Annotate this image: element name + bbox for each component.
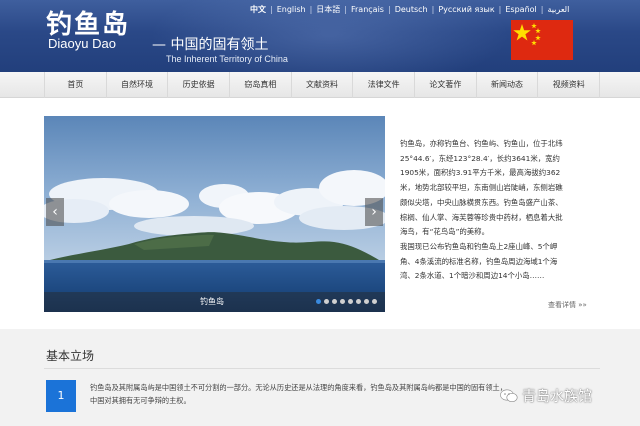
slider-dots <box>316 299 377 304</box>
description-line: 颇似尖塔，中央山脉横贯东西。钓鱼岛盛产山茶、 <box>400 197 563 207</box>
slider-dot-4[interactable] <box>340 299 345 304</box>
island-photo <box>44 116 385 312</box>
description-line: 角、4条溪流的标准名称，钓鱼岛周边海域1个海 <box>400 256 558 266</box>
lang-separator: | <box>344 5 347 14</box>
description-line: 海鸟，有“花鸟岛”的美称。 <box>400 227 489 237</box>
description-line: 钓鱼岛，亦称钓鱼台、钓鱼屿、钓鱼山，位于北纬 <box>400 139 563 148</box>
lang-russian[interactable]: Русский язык <box>438 5 494 14</box>
lang-chinese[interactable]: 中文 <box>250 4 266 15</box>
nav-home[interactable]: 首页 <box>44 72 107 98</box>
lang-japanese[interactable]: 日本語 <box>316 4 340 15</box>
slider-caption-bar: 钓鱼岛 <box>44 292 385 312</box>
lang-separator: | <box>431 5 435 14</box>
description-line: 25°44.6′，东经123°28.4′，长约3641米，宽约 <box>400 153 560 163</box>
slider-caption: 钓鱼岛 <box>200 297 224 306</box>
wechat-watermark: 青岛水族馆 <box>500 386 592 406</box>
island-description: 钓鱼岛，亦称钓鱼台、钓鱼屿、钓鱼山，位于北纬 25°44.6′，东经123°28… <box>400 137 592 284</box>
slider-dot-7[interactable] <box>364 299 369 304</box>
slider-dot-3[interactable] <box>332 299 337 304</box>
nav-natural-environment[interactable]: 自然环境 <box>107 72 169 98</box>
lang-spanish[interactable]: Español <box>505 5 536 14</box>
lang-separator: | <box>387 5 391 14</box>
image-slider[interactable]: ‹ › 钓鱼岛 <box>44 116 385 312</box>
main-nav-items: 首页 自然环境 历史依据 窃岛真相 文献资料 法律文件 论文著作 新闻动态 视频… <box>44 72 601 98</box>
watermark-text: 青岛水族馆 <box>522 389 592 405</box>
lang-separator: | <box>540 5 544 14</box>
view-details-link[interactable]: 查看详情 »» <box>548 300 587 310</box>
nav-papers[interactable]: 论文著作 <box>415 72 477 98</box>
slider-dot-6[interactable] <box>356 299 361 304</box>
description-line: 棕榈、仙人掌、海芙蓉等珍贵中药材，栖息着大批 <box>400 212 563 222</box>
lang-separator: | <box>270 5 273 14</box>
slider-dot-2[interactable] <box>324 299 329 304</box>
site-tagline: — 中国的固有领土 <box>152 37 269 53</box>
slider-dot-5[interactable] <box>348 299 353 304</box>
description-line: 1905米，面积约3.91平方千米，最高海拔约362 <box>400 168 561 178</box>
nav-documents[interactable]: 文献资料 <box>292 72 354 98</box>
china-flag-icon <box>511 20 573 60</box>
site-tagline-en: The Inherent Territory of China <box>166 54 288 64</box>
slider-dot-8[interactable] <box>372 299 377 304</box>
nav-news[interactable]: 新闻动态 <box>477 72 539 98</box>
main-nav: 首页 自然环境 历史依据 窃岛真相 文献资料 法律文件 论文著作 新闻动态 视频… <box>0 72 640 98</box>
lang-separator: | <box>309 5 313 14</box>
position-number-badge: 1 <box>46 380 76 412</box>
lang-arabic[interactable]: العربية <box>547 5 569 14</box>
lang-french[interactable]: Français <box>351 5 384 14</box>
slider-next-button[interactable]: › <box>365 198 383 226</box>
description-line: 我国现已公布钓鱼岛和钓鱼岛上2座山峰、5个岬 <box>400 241 558 251</box>
lang-separator: | <box>498 5 502 14</box>
nav-videos[interactable]: 视频资料 <box>538 72 601 98</box>
wechat-icon <box>500 389 518 402</box>
slider-dot-1[interactable] <box>316 299 321 304</box>
nav-historical-basis[interactable]: 历史依据 <box>168 72 231 98</box>
site-header: 钓鱼岛 Diaoyu Dao — 中国的固有领土 The Inherent Te… <box>0 0 640 72</box>
nav-island-theft-truth[interactable]: 窃岛真相 <box>230 72 292 98</box>
basic-position-section <box>0 329 640 426</box>
slider-prev-button[interactable]: ‹ <box>46 198 64 226</box>
lang-german[interactable]: Deutsch <box>395 5 428 14</box>
section-title: 基本立场 <box>46 349 95 363</box>
lang-english[interactable]: English <box>277 5 306 14</box>
site-title-en: Diaoyu Dao <box>48 36 116 51</box>
language-switcher: 中文 | English | 日本語 | Français | Deutsch … <box>250 4 569 15</box>
nav-legal-documents[interactable]: 法律文件 <box>353 72 416 98</box>
description-line: 米，地势北部较平坦，东南侧山岩陡峭，东侧岩礁 <box>400 183 563 193</box>
description-line: 湾、2条水道、1个暗沙和周边14个小岛…… <box>400 271 545 281</box>
section-divider <box>44 368 600 369</box>
